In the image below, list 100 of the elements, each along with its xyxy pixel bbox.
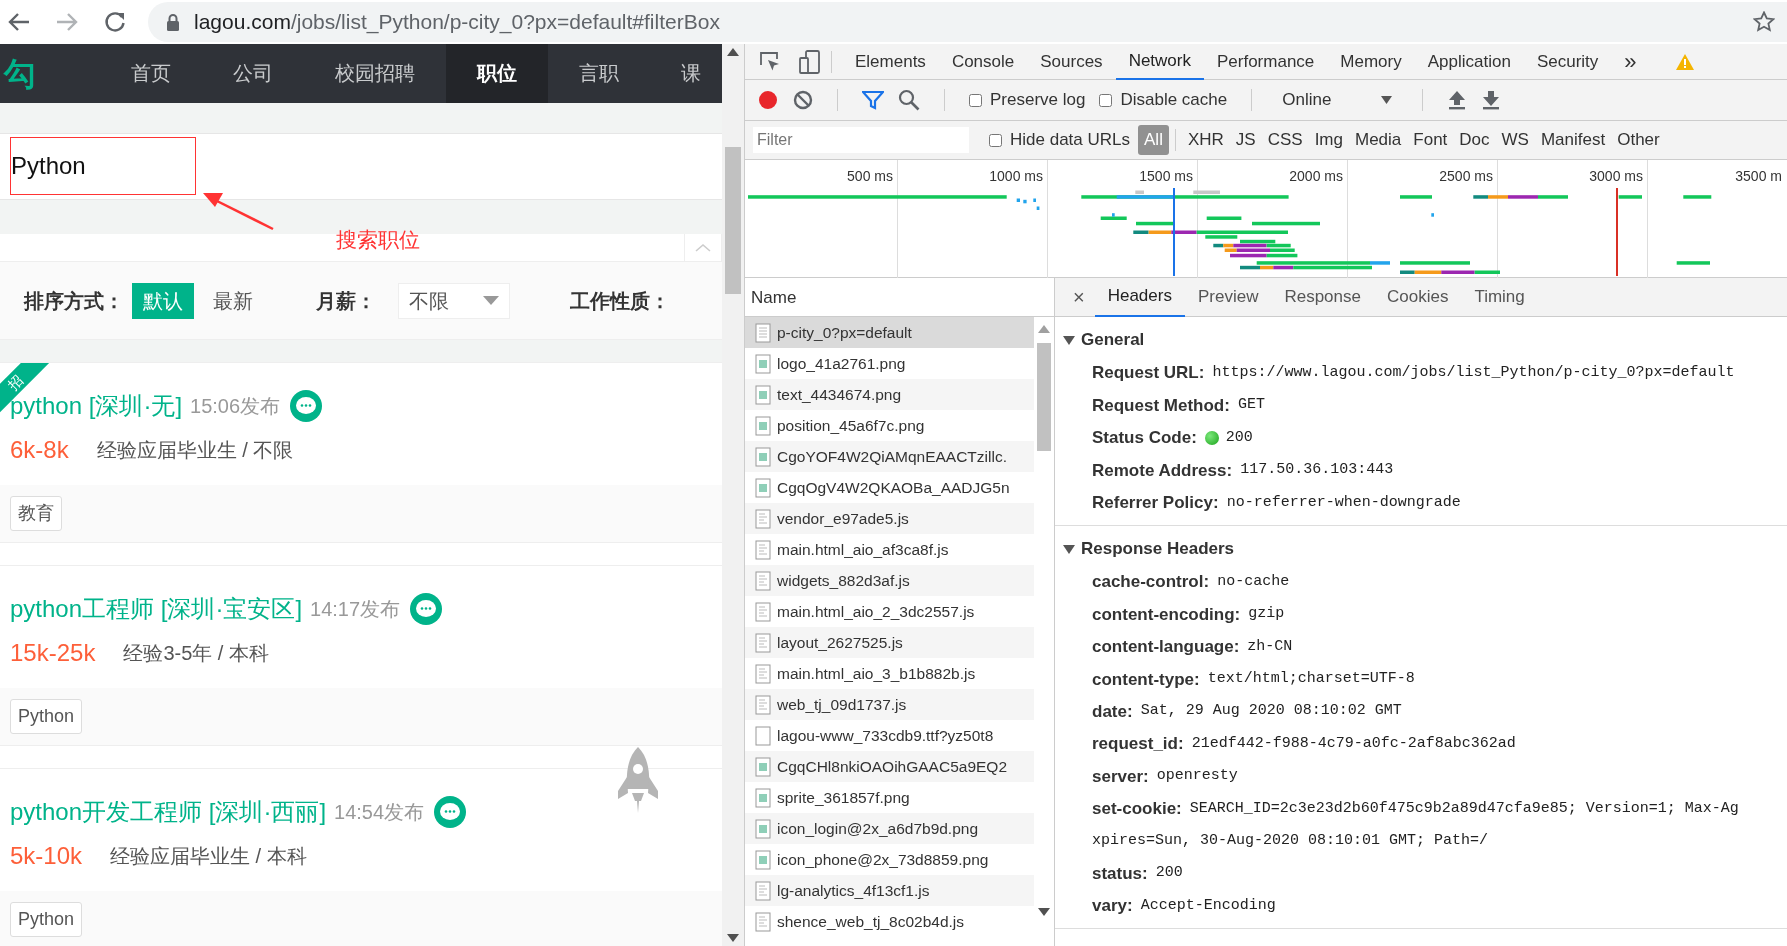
inspect-icon[interactable] (759, 50, 781, 73)
expanded-triangle-icon[interactable] (1063, 542, 1075, 555)
request-row[interactable]: CgqCHl8nkiOAOihGAAC5a9EQ2 (745, 751, 1035, 782)
filter-field[interactable]: Filter (753, 127, 969, 153)
type-filter[interactable]: CSS (1261, 125, 1309, 155)
chat-icon[interactable] (290, 390, 323, 422)
search-icon[interactable] (898, 89, 920, 111)
file-icon (755, 601, 771, 622)
request-row[interactable]: p-city_0?px=default (745, 317, 1035, 348)
request-row[interactable]: main.html_aio_2_3dc2557.js (745, 596, 1035, 627)
image-file-icon (755, 818, 771, 839)
nav-item[interactable]: 公司 (202, 44, 304, 103)
more-tabs-button[interactable]: » (1611, 44, 1650, 80)
back-icon[interactable] (8, 12, 30, 32)
url-text: lagou.com/jobs/list_Python/p-city_0?px=default#filterBox (194, 9, 720, 36)
panel-tab[interactable]: Sources (1027, 44, 1116, 80)
address-bar[interactable]: lagou.com/jobs/list_Python/p-city_0?px=default#filterBox (148, 2, 1787, 42)
request-row[interactable]: shence_web_tj_8c02b4d.js (745, 906, 1035, 937)
request-row[interactable]: lagou-www_733cdb9.ttf?yz50t8 (745, 720, 1035, 751)
request-row[interactable]: icon_phone@2x_73d8859.png (745, 844, 1035, 875)
detail-tab[interactable]: Preview (1184, 278, 1272, 317)
header-name: Remote Address: (1092, 459, 1233, 482)
type-filter[interactable]: Img (1308, 125, 1349, 155)
header-name: Request Method: (1092, 394, 1230, 417)
header-name: Request URL: (1092, 362, 1205, 385)
scrollbar-thumb[interactable] (1037, 343, 1051, 451)
panel-tab[interactable]: Elements (842, 44, 939, 80)
type-filter[interactable]: Font (1407, 125, 1454, 155)
record-icon[interactable] (757, 89, 779, 111)
chat-icon[interactable] (434, 796, 467, 828)
chat-icon[interactable] (410, 593, 443, 625)
request-row[interactable]: sprite_361857f.png (745, 782, 1035, 813)
scrollbar[interactable] (722, 44, 744, 946)
type-filter[interactable]: Doc (1453, 125, 1496, 155)
type-filter[interactable]: Media (1349, 125, 1408, 155)
nav-item[interactable]: 课 (650, 44, 722, 103)
post-time: 14:54发布 (334, 800, 425, 825)
request-row[interactable]: vendor_e97ade5.js (745, 503, 1035, 534)
job-tag: Python (10, 902, 83, 937)
throttle-select[interactable]: Online (1276, 87, 1399, 113)
job-tag: Python (10, 699, 83, 734)
panel-tab[interactable]: Application (1414, 44, 1524, 80)
request-row[interactable]: main.html_aio_af3ca8f.js (745, 534, 1035, 565)
nav-item[interactable]: 首页 (100, 44, 202, 103)
type-filter[interactable]: WS (1495, 125, 1535, 155)
detail-tab[interactable]: Cookies (1374, 278, 1462, 317)
scrollbar-thumb[interactable] (725, 147, 741, 294)
scroll-up-icon[interactable] (727, 48, 739, 56)
close-button[interactable]: × (1063, 282, 1095, 312)
header-value: zh-CN (1247, 636, 1293, 657)
type-filter[interactable]: Other (1611, 125, 1666, 155)
request-row[interactable]: layout_2627525.js (745, 627, 1035, 658)
search-field[interactable]: Python (10, 137, 196, 195)
section-title[interactable]: General (1081, 327, 1145, 353)
type-filter[interactable]: XHR (1181, 125, 1230, 155)
type-filter[interactable]: Manifest (1534, 125, 1612, 155)
type-filter[interactable]: JS (1229, 125, 1262, 155)
file-icon (755, 570, 771, 591)
request-row[interactable]: main.html_aio_3_b1b882b.js (745, 658, 1035, 689)
request-row[interactable]: web_tj_09d1737.js (745, 689, 1035, 720)
site-logo[interactable]: 勾 (0, 49, 100, 98)
file-icon (755, 880, 771, 901)
scroll-down-icon[interactable] (1038, 908, 1050, 916)
request-row[interactable]: lg-analytics_4f13cf1.js (745, 875, 1035, 906)
download-icon[interactable] (1481, 90, 1502, 110)
nav-item[interactable]: 职位 (446, 44, 548, 103)
device-icon[interactable] (799, 49, 821, 74)
request-row[interactable]: logo_41a2761.png (745, 348, 1035, 379)
sort-option[interactable]: 最新 (202, 282, 264, 319)
nav-item[interactable]: 言职 (548, 44, 650, 103)
request-row[interactable]: CgoYOF4W2QiAMqnEAACTzillc. (745, 441, 1035, 472)
scroll-down-icon[interactable] (727, 934, 739, 942)
request-row[interactable]: CgqOgV4W2QKAOBa_AADJG5n (745, 472, 1035, 503)
reload-icon[interactable] (104, 11, 126, 33)
clear-icon[interactable] (793, 90, 813, 110)
file-icon (755, 322, 771, 343)
panel-tab[interactable]: Performance (1204, 44, 1328, 80)
expanded-triangle-icon[interactable] (1063, 334, 1075, 346)
detail-tab[interactable]: Timing (1461, 278, 1538, 317)
panel-tab[interactable]: Memory (1327, 44, 1415, 80)
request-row[interactable]: text_4434674.png (745, 379, 1035, 410)
detail-tab[interactable]: Response (1271, 278, 1374, 317)
checkbox-label: Disable cache (1120, 89, 1228, 112)
checkbox[interactable] (969, 93, 982, 107)
upload-icon[interactable] (1447, 90, 1468, 110)
bookmark-star-icon[interactable] (1753, 11, 1775, 33)
checkbox[interactable] (1099, 93, 1113, 107)
filter-icon[interactable] (862, 90, 884, 110)
request-row[interactable]: position_45a6f7c.png (745, 410, 1035, 441)
file-icon (755, 911, 771, 932)
request-row[interactable]: icon_login@2x_a6d7b9d.png (745, 813, 1035, 844)
salary-select[interactable]: 不限 (398, 282, 510, 319)
nav-item[interactable]: 校园招聘 (304, 44, 446, 103)
request-row[interactable]: widgets_882d3af.js (745, 565, 1035, 596)
detail-tab[interactable]: Headers (1094, 278, 1185, 317)
checkbox[interactable] (989, 133, 1002, 147)
header-value: openresty (1156, 766, 1238, 787)
section-title[interactable]: Response Headers (1081, 536, 1235, 562)
panel-tab[interactable]: Console (938, 44, 1028, 80)
panel-tab[interactable]: Security (1523, 44, 1612, 80)
